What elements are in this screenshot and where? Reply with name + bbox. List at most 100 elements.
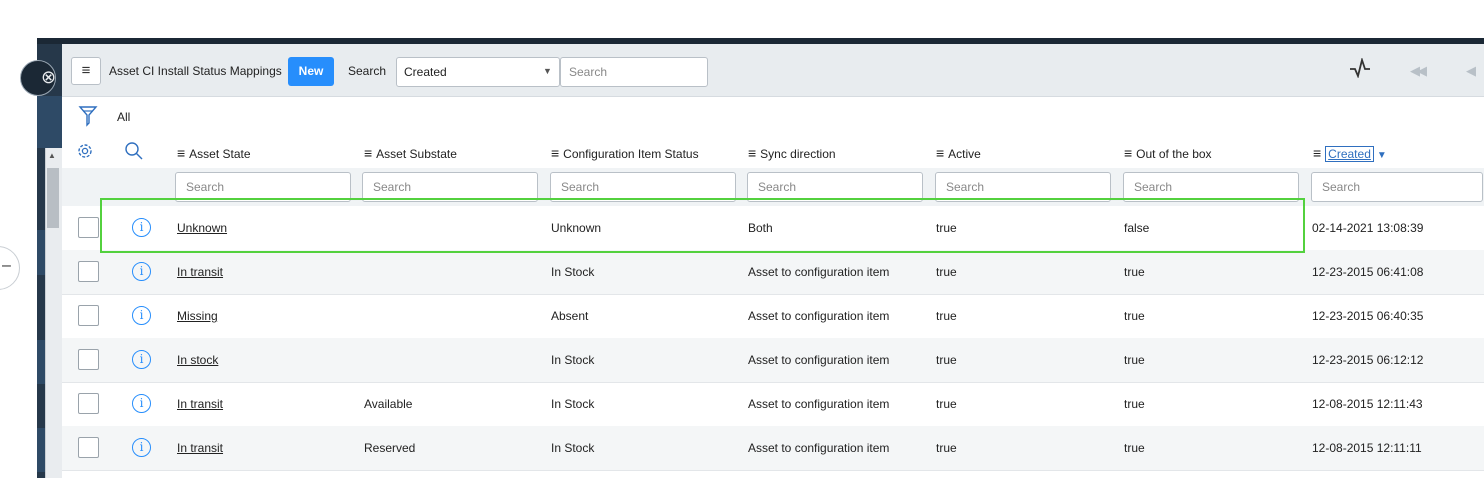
column-label: Active — [948, 147, 981, 161]
asset-state-link[interactable]: In transit — [177, 441, 223, 455]
sync-direction-cell: Asset to configuration item — [748, 397, 890, 411]
out-of-box-cell: true — [1124, 265, 1145, 279]
column-search-asset-state[interactable]: Search — [175, 172, 351, 202]
new-button[interactable]: New — [288, 57, 334, 86]
gear-icon-svg — [78, 144, 92, 158]
column-menu-icon[interactable]: ≡ — [551, 145, 559, 161]
table-row[interactable]: i Unknown Unknown Both true false 02-14-… — [62, 206, 1484, 251]
column-header-out-of-box[interactable]: ≡ Out of the box — [1124, 145, 1212, 161]
row-checkbox[interactable] — [78, 349, 99, 370]
created-cell: 02-14-2021 13:08:39 — [1312, 221, 1424, 235]
gear-icon[interactable] — [75, 141, 95, 164]
search-placeholder: Search — [186, 180, 225, 194]
info-icon[interactable]: i — [132, 262, 151, 281]
asset-state-link[interactable]: Missing — [177, 309, 218, 323]
search-field-select[interactable]: Created ▼ — [396, 57, 560, 87]
column-header-asset-substate[interactable]: ≡ Asset Substate — [364, 145, 457, 161]
asset-substate-cell: Available — [364, 397, 413, 411]
table-row[interactable]: i In transit Available In Stock Asset to… — [62, 382, 1484, 427]
row-checkbox[interactable] — [78, 217, 99, 238]
info-icon[interactable]: i — [132, 438, 151, 457]
scroll-up-icon[interactable]: ▲ — [48, 151, 56, 160]
search-icon[interactable] — [124, 141, 144, 164]
row-checkbox[interactable] — [78, 261, 99, 282]
collapse-button[interactable]: – — [0, 246, 20, 290]
column-label: Asset Substate — [376, 147, 457, 161]
column-menu-icon[interactable]: ≡ — [1313, 145, 1321, 161]
search-placeholder: Search — [373, 180, 412, 194]
column-label: Out of the box — [1136, 147, 1212, 161]
activity-icon[interactable] — [1349, 56, 1371, 84]
asset-state-link[interactable]: In transit — [177, 265, 223, 279]
column-label[interactable]: Created — [1325, 146, 1374, 162]
column-menu-icon[interactable]: ≡ — [748, 145, 756, 161]
chevron-down-icon: ▼ — [543, 66, 552, 76]
search-placeholder: Search — [1322, 180, 1361, 194]
search-label: Search — [348, 64, 387, 78]
activity-icon-svg — [1350, 56, 1370, 79]
asset-state-link[interactable]: In stock — [177, 353, 218, 367]
search-icon-svg — [125, 142, 143, 160]
active-cell: true — [936, 441, 957, 455]
out-of-box-cell: true — [1124, 441, 1145, 455]
row-checkbox[interactable] — [78, 305, 99, 326]
ci-status-cell: In Stock — [551, 265, 595, 279]
ci-status-cell: In Stock — [551, 441, 595, 455]
sync-direction-cell: Asset to configuration item — [748, 441, 890, 455]
list-title: Asset CI Install Status Mappings — [109, 64, 282, 78]
sync-direction-cell: Asset to configuration item — [748, 309, 890, 323]
column-search-out-of-box[interactable]: Search — [1123, 172, 1299, 202]
breadcrumb-all[interactable]: All — [117, 110, 130, 124]
search-placeholder: Search — [1134, 180, 1173, 194]
column-header-created[interactable]: ≡ Created ▼ — [1313, 145, 1387, 162]
active-cell: true — [936, 397, 957, 411]
column-search-created[interactable]: Search — [1311, 172, 1483, 202]
filter-icon-svg — [78, 106, 98, 127]
row-checkbox[interactable] — [78, 437, 99, 458]
table-row[interactable]: i Missing Absent Asset to configuration … — [62, 294, 1484, 339]
table-row[interactable]: i In transit In Stock Asset to configura… — [62, 250, 1484, 295]
sync-direction-cell: Asset to configuration item — [748, 353, 890, 367]
active-cell: true — [936, 265, 957, 279]
collapse-icon: – — [2, 257, 11, 274]
previous-page-icon[interactable]: ◀ — [1466, 63, 1476, 79]
info-icon[interactable]: i — [132, 306, 151, 325]
menu-icon: ≡ — [81, 62, 91, 79]
column-label: Sync direction — [760, 147, 836, 161]
first-page-icon[interactable]: ◀◀ — [1410, 63, 1427, 79]
column-header-asset-state[interactable]: ≡ Asset State — [177, 145, 251, 161]
sort-descending-icon: ▼ — [1376, 150, 1387, 161]
column-menu-icon[interactable]: ≡ — [936, 145, 944, 161]
search-input[interactable]: Search — [560, 57, 708, 87]
out-of-box-cell: true — [1124, 397, 1145, 411]
created-cell: 12-08-2015 12:11:43 — [1312, 397, 1423, 411]
column-header-active[interactable]: ≡ Active — [936, 145, 981, 161]
created-cell: 12-08-2015 12:11:11 — [1312, 441, 1422, 455]
column-search-sync-direction[interactable]: Search — [747, 172, 923, 202]
info-icon[interactable]: i — [132, 218, 151, 237]
table-row[interactable]: i In transit Reserved In Stock Asset to … — [62, 426, 1484, 471]
row-checkbox[interactable] — [78, 393, 99, 414]
info-icon[interactable]: i — [132, 394, 151, 413]
table-row[interactable]: i In stock In Stock Asset to configurati… — [62, 338, 1484, 383]
column-menu-icon[interactable]: ≡ — [1124, 145, 1132, 161]
column-menu-icon[interactable]: ≡ — [177, 145, 185, 161]
search-placeholder: Search — [758, 180, 797, 194]
list-menu-button[interactable]: ≡ — [71, 57, 101, 85]
close-button[interactable]: ⊗ — [20, 60, 56, 96]
search-placeholder: Search — [561, 180, 600, 194]
column-menu-icon[interactable]: ≡ — [364, 145, 372, 161]
info-icon[interactable]: i — [132, 350, 151, 369]
filter-icon[interactable] — [78, 105, 98, 130]
column-search-active[interactable]: Search — [935, 172, 1111, 202]
column-search-ci-status[interactable]: Search — [550, 172, 736, 202]
asset-state-link[interactable]: In transit — [177, 397, 223, 411]
column-header-sync-direction[interactable]: ≡ Sync direction — [748, 145, 836, 161]
column-header-ci-status[interactable]: ≡ Configuration Item Status — [551, 145, 699, 161]
active-cell: true — [936, 309, 957, 323]
out-of-box-cell: true — [1124, 309, 1145, 323]
asset-state-link[interactable]: Unknown — [177, 221, 227, 235]
column-search-asset-substate[interactable]: Search — [362, 172, 538, 202]
active-cell: true — [936, 221, 957, 235]
nav-scrollbar-thumb[interactable] — [47, 168, 59, 228]
